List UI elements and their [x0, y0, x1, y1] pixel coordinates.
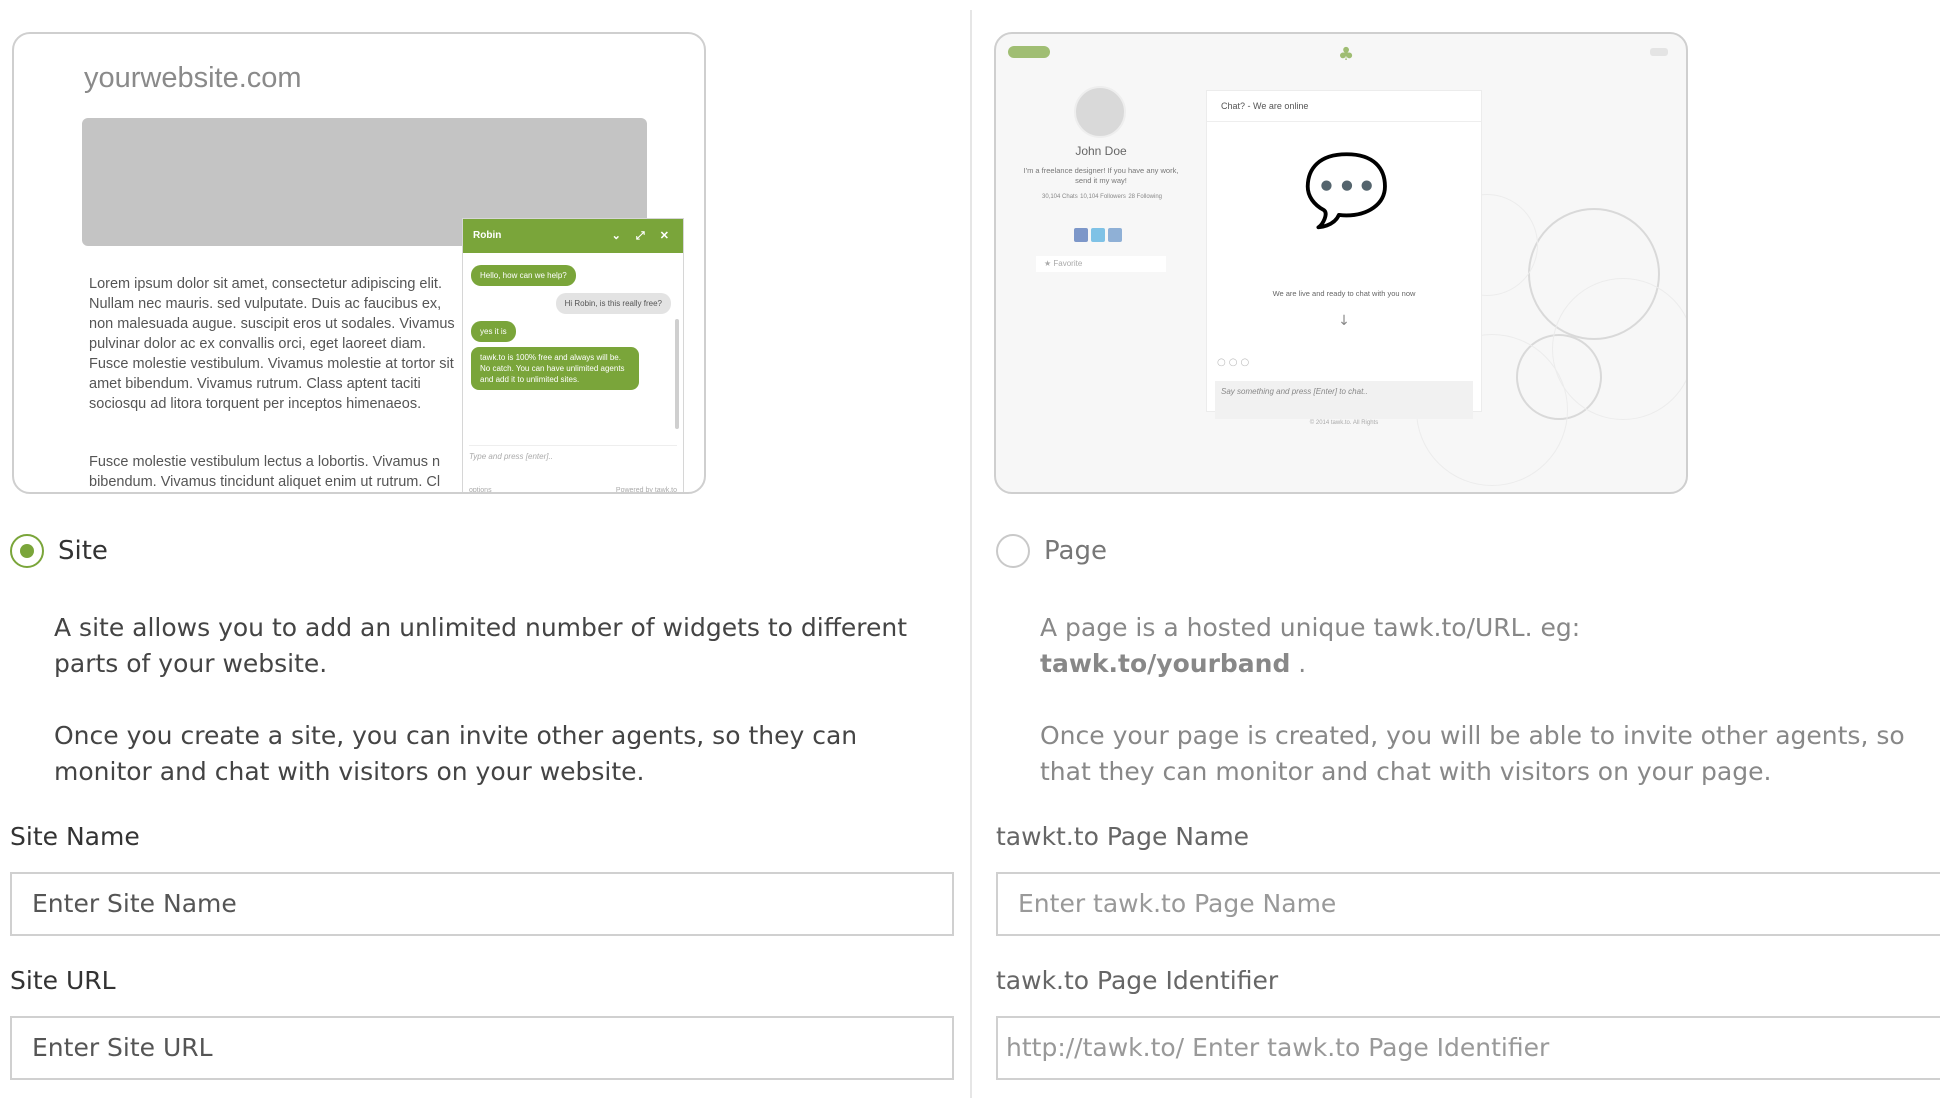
site-radio-label[interactable]: Site	[58, 536, 108, 566]
page-option-column: ♣ John Doe I'm a freelance designer! If …	[972, 0, 1940, 1098]
page-description-tail: .	[1290, 649, 1307, 678]
chat-bubbles-icon: 💬	[1303, 149, 1391, 231]
page-radio-button[interactable]	[996, 534, 1030, 568]
site-description-agents: Once you create a site, you can invite o…	[54, 721, 858, 786]
preview-chat-input: Say something and press [Enter] to chat.…	[1215, 381, 1473, 419]
social-icons	[1074, 228, 1122, 242]
widget-powered-by: Powered by tawk.to	[615, 487, 677, 494]
vimeo-icon	[1108, 228, 1122, 242]
site-name-label: Site Name	[10, 822, 140, 851]
site-radio-button[interactable]	[10, 534, 44, 568]
stat-followers: 10,104 Followers	[1080, 194, 1126, 200]
preview-domain: yourwebsite.com	[84, 62, 302, 94]
preview-chat-panel: Chat? - We are online 💬 We are live and …	[1206, 90, 1482, 419]
page-identifier-input[interactable]: http://tawk.to/Enter tawk.to Page Identi…	[996, 1016, 1940, 1080]
widget-agent-name: Robin	[473, 230, 502, 241]
page-description-text: A page is a hosted unique tawk.to/URL. e…	[1040, 613, 1581, 642]
preview-chat-title: Chat? - We are online	[1207, 91, 1481, 122]
site-url-label: Site URL	[10, 966, 116, 995]
widget-message: Hi Robin, is this really free?	[555, 293, 671, 314]
arrow-down-icon: ↓	[1338, 313, 1350, 329]
site-preview-image[interactable]: yourwebsite.com Lorem ipsum dolor sit am…	[12, 32, 706, 494]
widget-message: yes it is	[471, 321, 516, 342]
page-identifier-label: tawk.to Page Identifier	[996, 966, 1279, 995]
preview-profile-name: John Doe	[1075, 144, 1127, 158]
site-option-column: yourwebsite.com Lorem ipsum dolor sit am…	[0, 0, 960, 1098]
twitter-icon	[1091, 228, 1105, 242]
page-radio-row[interactable]: Page	[996, 534, 1107, 568]
page-preview-image[interactable]: ♣ John Doe I'm a freelance designer! If …	[994, 32, 1688, 494]
widget-message: tawk.to is 100% free and always will be.…	[471, 347, 639, 390]
preview-status-badge	[1008, 46, 1050, 58]
preview-profile-bio: I'm a freelance designer! If you have an…	[1023, 166, 1179, 185]
page-radio-label[interactable]: Page	[1044, 536, 1107, 566]
preview-login-button	[1650, 48, 1668, 56]
preview-chat-widget: Robin ⌄ ⤢ ✕ Hello, how can we help? Hi R…	[462, 218, 684, 494]
page-description-agents: Once your page is created, you will be a…	[1040, 721, 1905, 786]
preview-favorite-button: ★ Favorite	[1036, 256, 1166, 272]
emoji-icons: ○○○	[1217, 357, 1253, 368]
page-example-url: tawk.to/yourband	[1040, 649, 1291, 678]
preview-profile-stats: 30,104 Chats 10,104 Followers 28 Followi…	[1042, 194, 1162, 200]
preview-text: Fusce molestie vestibulum lectus a lobor…	[89, 454, 441, 490]
site-description: A site allows you to add an unlimited nu…	[54, 613, 908, 678]
widget-scrollbar	[675, 319, 679, 429]
page-name-label: tawkt.to Page Name	[996, 822, 1250, 851]
site-url-input[interactable]: Enter Site URL	[10, 1016, 954, 1080]
widget-header: Robin ⌄ ⤢ ✕	[463, 219, 683, 253]
site-name-placeholder: Enter Site Name	[32, 889, 237, 918]
page-description: A page is a hosted unique tawk.to/URL. e…	[1040, 610, 1910, 682]
page-name-placeholder: Enter tawk.to Page Name	[1018, 889, 1337, 918]
site-url-placeholder: Enter Site URL	[32, 1033, 213, 1062]
tawk-logo-icon: ♣	[1338, 44, 1355, 65]
widget-message: Hello, how can we help?	[471, 265, 576, 286]
preview-text: Lorem ipsum dolor sit amet, consectetur …	[89, 276, 455, 412]
page-identifier-prefix: http://tawk.to/	[1006, 1033, 1185, 1062]
widget-options: options	[469, 487, 492, 494]
page-identifier-placeholder: Enter tawk.to Page Identifier	[1192, 1033, 1550, 1062]
decorative-circle	[1552, 278, 1686, 420]
site-radio-row[interactable]: Site	[10, 534, 108, 568]
stat-following: 28 Following	[1128, 194, 1162, 200]
stat-chats: 30,104 Chats	[1042, 194, 1078, 200]
widget-input: Type and press [enter]..	[469, 445, 677, 461]
facebook-icon	[1074, 228, 1088, 242]
site-name-input[interactable]: Enter Site Name	[10, 872, 954, 936]
widget-footer: options Powered by tawk.to	[469, 487, 677, 494]
avatar	[1074, 86, 1126, 138]
page-name-input[interactable]: Enter tawk.to Page Name	[996, 872, 1940, 936]
preview-copyright: © 2014 tawk.to. All Rights	[1309, 420, 1379, 426]
preview-chat-message: We are live and ready to chat with you n…	[1272, 289, 1416, 298]
widget-controls-icon: ⌄ ⤢ ✕	[611, 230, 675, 242]
